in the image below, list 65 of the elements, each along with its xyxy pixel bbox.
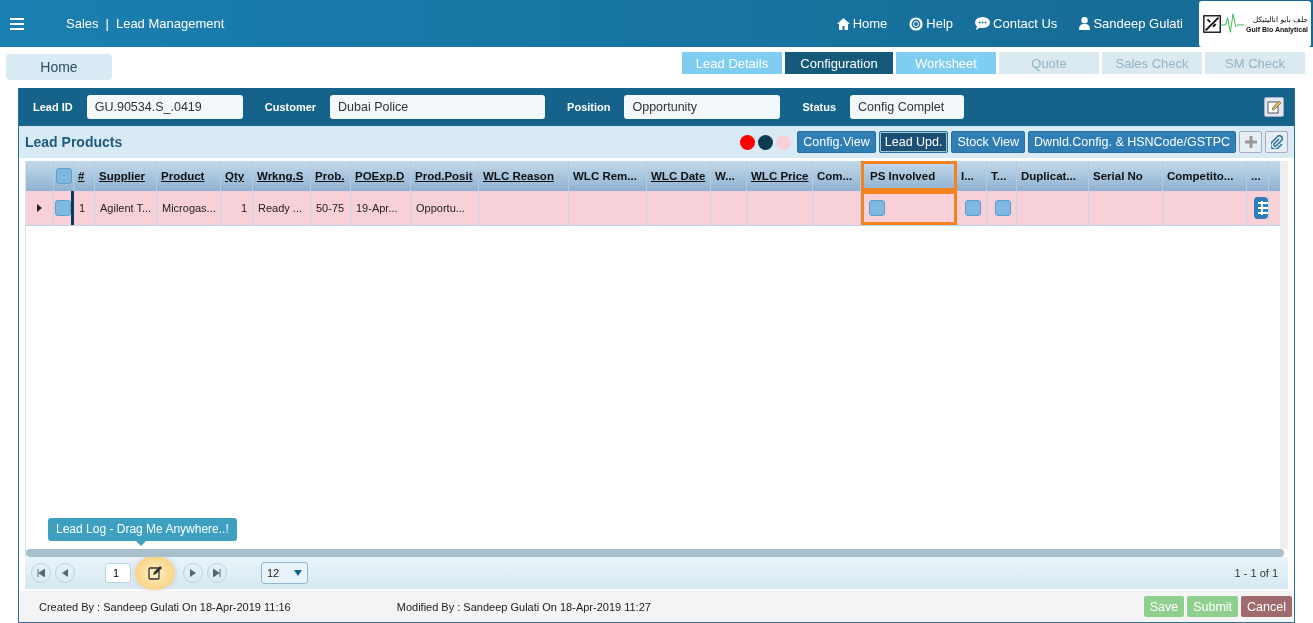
select-all-checkbox[interactable] [55,168,72,184]
toolbar-button[interactable]: Dwnld.Config. & HSNCode/GSTPC [1028,131,1236,153]
checkbox[interactable] [869,200,885,216]
module-name[interactable]: Sales [66,16,99,31]
checkbox[interactable] [995,200,1011,216]
horizontal-scrollbar[interactable] [26,549,1284,557]
menu-icon[interactable] [10,17,24,30]
grid-menu-icon[interactable] [1254,197,1268,219]
edit-icon [148,566,162,580]
caret-icon [294,570,302,576]
toolbar-button[interactable]: Stock View [951,131,1026,153]
breadcrumb-separator: | [105,16,109,31]
field-label: Position [567,101,611,113]
toolbar-button[interactable]: Config.View [797,131,876,153]
table-cell: 19-Apr... [356,202,398,214]
edit-icon [1267,100,1281,114]
table-cell: 1 [240,202,247,214]
table-cell: 1 [79,202,86,214]
text-field[interactable]: Dubai Police [330,95,546,119]
table-cell: Microgas... [162,202,216,214]
nav-link[interactable]: Contact Us [975,16,1058,31]
paperclip-icon [1270,135,1283,149]
page-title: Lead Management [115,16,225,31]
home-icon [836,17,850,30]
text-field[interactable]: Config Complet [850,95,965,119]
user-icon [1079,17,1091,30]
toolbar-button[interactable]: Lead Upd. [878,131,949,153]
lead-log-button[interactable] [135,556,175,590]
field-label: Customer [264,101,317,113]
lifebuoy-icon [909,16,924,31]
created-by-text: Created By : Sandeep Gulati On 18-Apr-2019 11:16 [39,600,291,613]
table-cell: Opportu... [416,202,465,214]
page-size-dropdown[interactable]: 12 [261,562,308,584]
field-label: Lead ID [33,101,73,113]
page-number-field[interactable]: 1 [105,563,131,583]
table-cell: Ready ... [258,202,303,214]
column-header: PS Involved [861,161,957,191]
nav-link[interactable]: Help [909,16,954,31]
checkbox[interactable] [54,200,71,216]
cancel-button[interactable]: Cancel [1241,596,1292,617]
panel-title: Lead Products [25,134,123,150]
table-cell: 50-75 [316,202,345,214]
chat-icon [975,17,991,30]
last-page-icon [213,569,221,577]
pager-summary: 1 - 1 of 1 [1234,567,1278,579]
first-page-icon [37,569,45,577]
right-triangle-icon [190,569,196,577]
table-cell: Agilent T... [100,202,152,214]
edit-button[interactable] [1264,97,1284,117]
checkbox[interactable] [965,200,981,216]
vertical-scrollbar[interactable] [1280,161,1288,549]
text-field[interactable]: Opportunity [624,95,781,119]
home-button[interactable]: Home [6,54,112,80]
nav-link[interactable]: Sandeep Gulati [1079,16,1183,31]
plus-icon [1244,136,1257,148]
attach-button[interactable] [1265,131,1288,153]
tab[interactable]: Configuration [785,52,893,74]
modified-by-text: Modified By : Sandeep Gulati On 18-Apr-2019 11:27 [396,600,651,613]
add-button[interactable] [1239,131,1262,153]
tooltip: Lead Log - Drag Me Anywhere..! [48,518,237,546]
expand-arrow-icon[interactable] [37,204,42,212]
field-label: Status [802,101,837,113]
nav-link[interactable]: Home [836,16,888,31]
text-field[interactable]: GU.90534.S_.0419 [86,95,243,119]
left-triangle-icon [62,569,68,577]
